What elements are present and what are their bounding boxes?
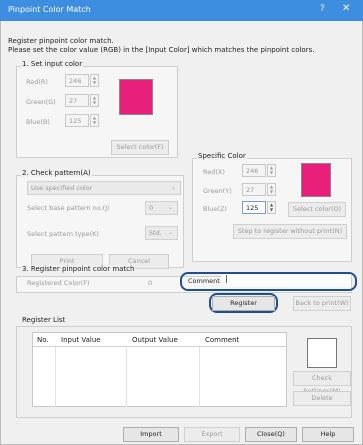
green-input[interactable]: 27 — [65, 94, 89, 107]
window-title: Pinpoint Color Match — [8, 5, 91, 14]
column-output-value[interactable]: Output Value — [132, 336, 178, 344]
pattern-type-label: Select pattern type(K) — [27, 230, 99, 238]
register-list-table[interactable]: No. Input Value Output Value Comment — [32, 332, 287, 407]
registered-color-value: 0 — [148, 279, 153, 287]
base-pattern-value: 0 — [149, 204, 154, 212]
specific-blue-spinner[interactable]: ▲ ▼ — [267, 201, 276, 214]
input-color-title: 1. Set input color — [21, 60, 84, 68]
list-color-preview — [307, 338, 337, 368]
specific-blue-label: Blue(Z) — [203, 205, 227, 213]
export-button[interactable]: Export — [184, 427, 240, 442]
register-match-title: 3. Register pinpoint color match — [21, 265, 136, 273]
pattern-type-value: Std. — [149, 229, 162, 237]
pattern-dropdown[interactable]: Use specified color ⌄ — [27, 181, 181, 195]
chevron-down-icon: ⌄ — [170, 184, 176, 191]
help-icon[interactable]: ? — [320, 4, 325, 14]
intro-line-1: Register pinpoint color match. — [8, 37, 114, 45]
specific-red-spinner[interactable]: ▲ ▼ — [267, 164, 276, 177]
comment-input[interactable] — [221, 274, 351, 286]
column-comment[interactable]: Comment — [205, 336, 239, 344]
column-no[interactable]: No. — [37, 336, 49, 344]
help-button[interactable]: Help — [302, 427, 354, 442]
registered-color-label: Registered Color(F) — [27, 279, 90, 287]
comment-label: Comment — [188, 277, 220, 285]
pattern-type-dropdown[interactable]: Std. ⌄ — [145, 226, 178, 240]
specific-green-input[interactable]: 27 — [242, 183, 266, 196]
title-bar: Pinpoint Color Match ? ✕ — [0, 0, 363, 21]
register-button[interactable]: Register — [212, 296, 275, 311]
base-pattern-label: Select base pattern no.(J) — [27, 204, 110, 212]
specific-blue-input[interactable]: 125 — [242, 201, 266, 214]
step-to-register-button[interactable]: Step to register without print(N) — [233, 224, 347, 239]
delete-button[interactable]: Delete — [293, 391, 351, 406]
red-label: Red(R) — [26, 78, 48, 86]
blue-input[interactable]: 125 — [65, 114, 89, 127]
blue-spinner[interactable]: ▲ ▼ — [90, 114, 99, 127]
column-divider — [55, 347, 56, 407]
base-pattern-dropdown[interactable]: 0 ⌄ — [145, 201, 178, 215]
close-icon[interactable]: ✕ — [342, 3, 350, 14]
specific-color-title: Specific Color — [197, 152, 247, 160]
green-label: Green(G) — [26, 98, 56, 106]
column-divider — [126, 347, 127, 407]
close-button[interactable]: Close(Q) — [245, 427, 297, 442]
specific-color-swatch — [301, 163, 331, 197]
pattern-dropdown-value: Use specified color — [31, 184, 93, 192]
specific-red-input[interactable]: 246 — [242, 164, 266, 177]
register-list-title: Register List — [21, 316, 67, 324]
back-to-print-button[interactable]: Back to print(W) — [293, 296, 351, 311]
specific-green-label: Green(Y) — [203, 187, 232, 195]
check-pattern-title: 2. Check pattern(A) — [21, 169, 92, 177]
select-specific-color-button[interactable]: Select color(O) — [288, 202, 346, 217]
input-color-swatch — [119, 79, 153, 115]
import-button[interactable]: Import — [123, 427, 179, 442]
specific-green-spinner[interactable]: ▲ ▼ — [267, 183, 276, 196]
text-cursor: | — [225, 274, 228, 283]
red-spinner[interactable]: ▲ ▼ — [90, 74, 99, 87]
chevron-down-icon: ⌄ — [167, 204, 173, 211]
column-input-value[interactable]: Input Value — [61, 336, 101, 344]
column-divider — [199, 347, 200, 407]
green-spinner[interactable]: ▲ ▼ — [90, 94, 99, 107]
specific-red-label: Red(X) — [203, 168, 225, 176]
select-input-color-button[interactable]: Select color(F) — [111, 140, 169, 155]
check-settings-button[interactable]: Check Settings(M) — [293, 371, 351, 395]
dialog-body: Register pinpoint color match. Please se… — [0, 21, 363, 445]
chevron-down-icon: ⌄ — [167, 229, 173, 236]
intro-line-2: Please set the color value (RGB) in the … — [8, 46, 315, 54]
red-input[interactable]: 246 — [65, 74, 89, 87]
blue-label: Blue(B) — [26, 118, 50, 126]
